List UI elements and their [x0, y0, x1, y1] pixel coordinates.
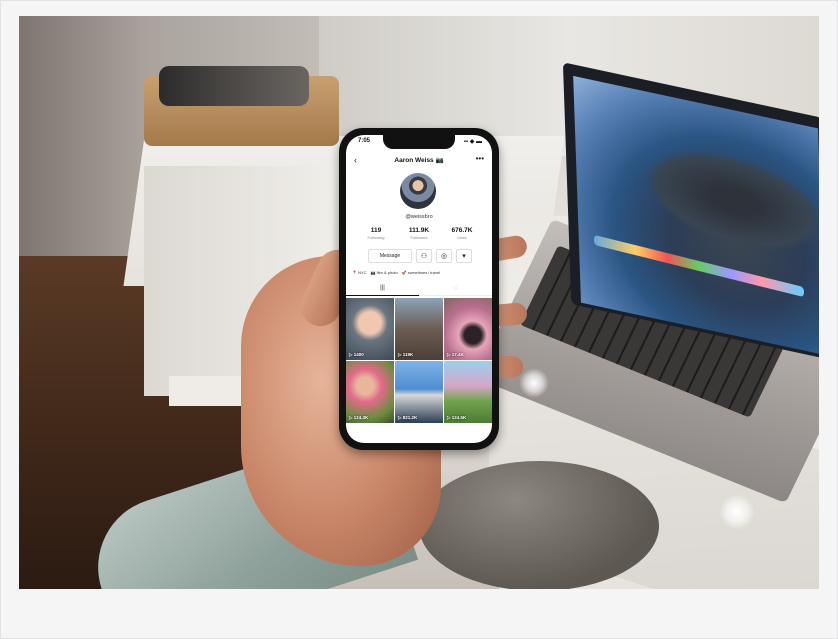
phone-screen: 7:05 ▪▪ ◆ ▬ ‹ Aaron Weiss 📷 ••• @weissbr…	[346, 135, 492, 443]
view-count: ▷ 119K	[398, 352, 414, 357]
chevron-down-icon[interactable]: ▾	[456, 249, 472, 263]
view-count: ▷ 821.2K	[398, 415, 418, 420]
stat-label: Followers	[410, 235, 428, 240]
profile-header: ‹ Aaron Weiss 📷 •••	[346, 154, 492, 169]
liked-icon[interactable]: ♡	[419, 285, 492, 292]
stat-label: Following	[367, 235, 385, 240]
stat-followers[interactable]: 111.9K Followers	[399, 227, 439, 240]
profile-stats: 119 Following 111.9K Followers 676.7K Li…	[356, 227, 482, 240]
profile-handle: @weissbro	[405, 214, 433, 220]
video-thumbnail[interactable]: ▷ 17.4K	[444, 298, 492, 360]
message-button[interactable]: Message	[368, 249, 412, 263]
stool	[419, 461, 659, 589]
image-frame: 7:05 ▪▪ ◆ ▬ ‹ Aaron Weiss 📷 ••• @weissbr…	[0, 0, 838, 639]
stat-number: 119	[370, 227, 382, 234]
view-count: ▷ 17.4K	[447, 352, 464, 357]
status-time: 7:05	[358, 138, 371, 144]
bio-travel: 🚀 sometimes i travel	[401, 270, 441, 275]
stat-following[interactable]: 119 Following	[356, 227, 396, 240]
videos-grid-icon[interactable]: |||	[346, 285, 419, 296]
profile-bio: 📍 NYC 📷 film & photo 🚀 sometimes i trave…	[352, 270, 492, 275]
video-thumbnail[interactable]: ▷ 119K	[395, 298, 443, 360]
stat-likes[interactable]: 676.7K Likes	[442, 227, 482, 240]
stat-label: Likes	[457, 235, 467, 240]
stat-number: 111.9K	[408, 227, 430, 234]
bio-occupation: 📷 film & photo	[370, 270, 398, 275]
follow-icon[interactable]: ⚇	[416, 249, 432, 263]
profile-actions: Message ⚇ ◎ ▾	[368, 249, 472, 263]
view-count: ▷ 124.5K	[447, 415, 467, 420]
profile-name: Aaron Weiss 📷	[394, 157, 444, 164]
stat-number: 676.7K	[451, 227, 473, 234]
more-icon[interactable]: •••	[476, 154, 484, 163]
video-thumbnail[interactable]: ▷ 821.2K	[395, 361, 443, 423]
photo: 7:05 ▪▪ ◆ ▬ ‹ Aaron Weiss 📷 ••• @weissbr…	[19, 16, 819, 589]
video-thumbnail[interactable]: ▷ 124.5K	[444, 361, 492, 423]
view-count: ▷ 1400	[349, 352, 364, 357]
bio-location: 📍 NYC	[352, 270, 367, 275]
light-reflection	[519, 368, 549, 398]
profile-tabs: ||| ♡	[346, 284, 492, 296]
phone-notch	[383, 135, 455, 149]
light-reflection	[719, 494, 755, 530]
view-count: ▷ 124.3K	[349, 415, 369, 420]
video-thumbnail[interactable]: ▷ 124.3K	[346, 361, 394, 423]
instagram-icon[interactable]: ◎	[436, 249, 452, 263]
avatar[interactable]	[400, 173, 436, 209]
status-icons: ▪▪ ◆ ▬	[463, 139, 482, 145]
video-grid: ▷ 1400 ▷ 119K ▷ 17.4K ▷ 124.3K ▷ 821.2K …	[346, 298, 492, 423]
baseboard	[169, 376, 249, 406]
camera-gear	[159, 66, 309, 106]
video-thumbnail[interactable]: ▷ 1400	[346, 298, 394, 360]
